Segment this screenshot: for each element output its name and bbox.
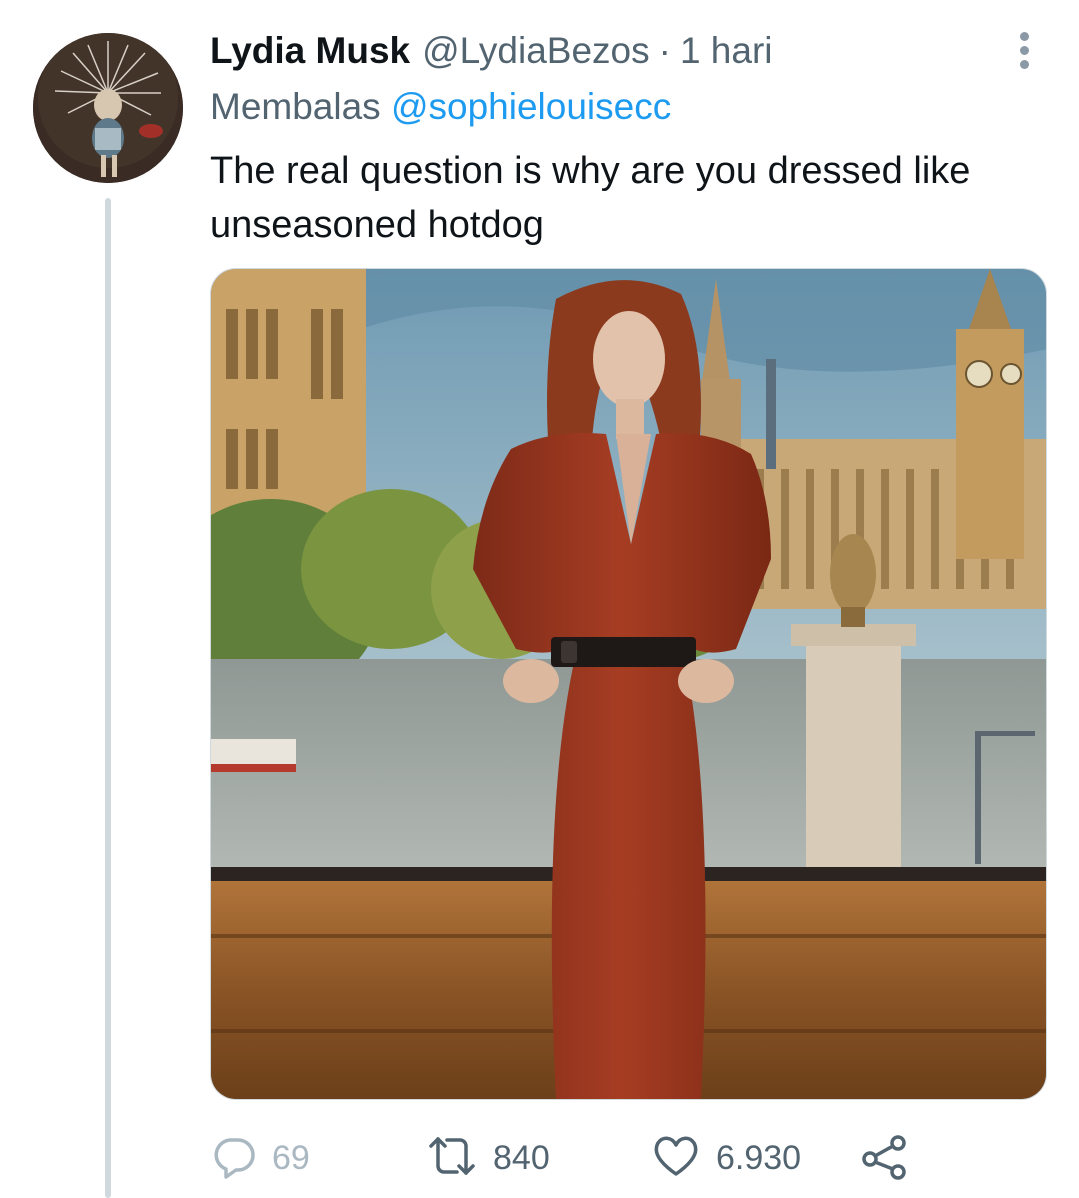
tweet-text: The real question is why are you dressed… — [210, 150, 971, 246]
share-button[interactable] — [860, 1126, 910, 1190]
tweet-photo — [211, 269, 1046, 1099]
reply-button[interactable]: 69 — [210, 1126, 310, 1190]
retweet-count: 840 — [493, 1138, 550, 1177]
thread-line — [105, 198, 111, 1198]
header-separator: · — [658, 30, 671, 71]
author-name[interactable]: Lydia Musk — [210, 26, 410, 76]
retweet-icon — [425, 1132, 479, 1185]
share-icon — [860, 1132, 910, 1185]
reply-icon — [210, 1132, 258, 1185]
tweet[interactable]: Lydia Musk @LydiaBezos · 1 hari Membalas… — [0, 0, 1079, 1198]
avatar-dog-image — [33, 33, 183, 183]
retweet-button[interactable]: 840 — [425, 1126, 550, 1190]
reply-count: 69 — [272, 1138, 310, 1177]
reply-context: Membalas @sophielouisecc — [210, 82, 671, 132]
avatar[interactable] — [33, 33, 183, 183]
author-handle[interactable]: @LydiaBezos — [422, 26, 649, 76]
reply-prefix: Membalas — [210, 86, 381, 127]
heart-icon — [650, 1132, 702, 1185]
tweet-media[interactable] — [210, 268, 1047, 1100]
timestamp[interactable]: 1 hari — [680, 26, 773, 76]
tweet-actions: 69 840 6.930 — [210, 1126, 930, 1190]
tweet-header: Lydia Musk @LydiaBezos · 1 hari — [210, 26, 773, 76]
reply-mention[interactable]: @sophielouisecc — [391, 86, 671, 127]
more-options-icon[interactable] — [1016, 30, 1032, 70]
like-count: 6.930 — [716, 1138, 802, 1177]
like-button[interactable]: 6.930 — [650, 1126, 801, 1190]
